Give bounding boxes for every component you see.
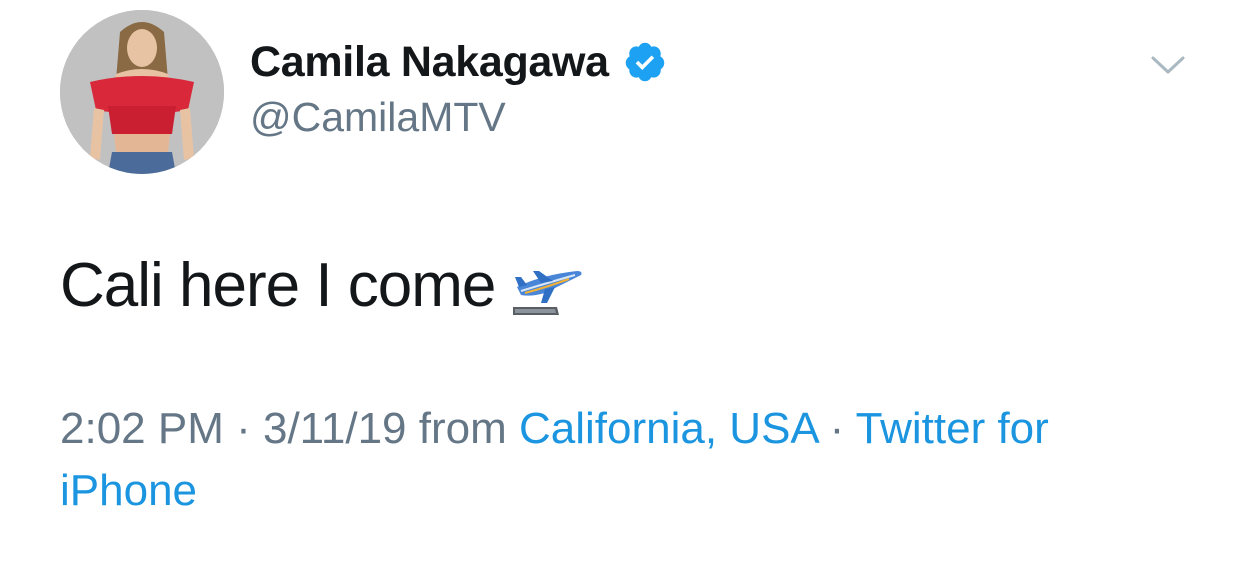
tweet-card: Camila Nakagawa @CamilaMTV Cali here I c… bbox=[0, 0, 1242, 563]
tweet-text: Cali here I come bbox=[60, 250, 585, 321]
meta-separator: · bbox=[817, 404, 856, 453]
chevron-down-icon[interactable] bbox=[1150, 52, 1186, 78]
tweet-body: Cali here I come bbox=[60, 251, 496, 320]
tweet-date[interactable]: 3/11/19 bbox=[263, 404, 407, 453]
location-link[interactable]: California, USA bbox=[519, 404, 817, 453]
verified-badge-icon bbox=[623, 40, 667, 84]
meta-from: from bbox=[406, 404, 519, 453]
tweet-time[interactable]: 2:02 PM bbox=[60, 404, 224, 453]
name-row: Camila Nakagawa bbox=[250, 38, 667, 86]
display-name[interactable]: Camila Nakagawa bbox=[250, 38, 609, 87]
airplane-departure-icon bbox=[511, 263, 585, 319]
user-handle[interactable]: @CamilaMTV bbox=[250, 94, 506, 141]
meta-separator: · bbox=[223, 404, 263, 453]
avatar[interactable] bbox=[60, 10, 224, 174]
tweet-meta: 2:02 PM · 3/11/19 from California, USA ·… bbox=[60, 398, 1180, 522]
